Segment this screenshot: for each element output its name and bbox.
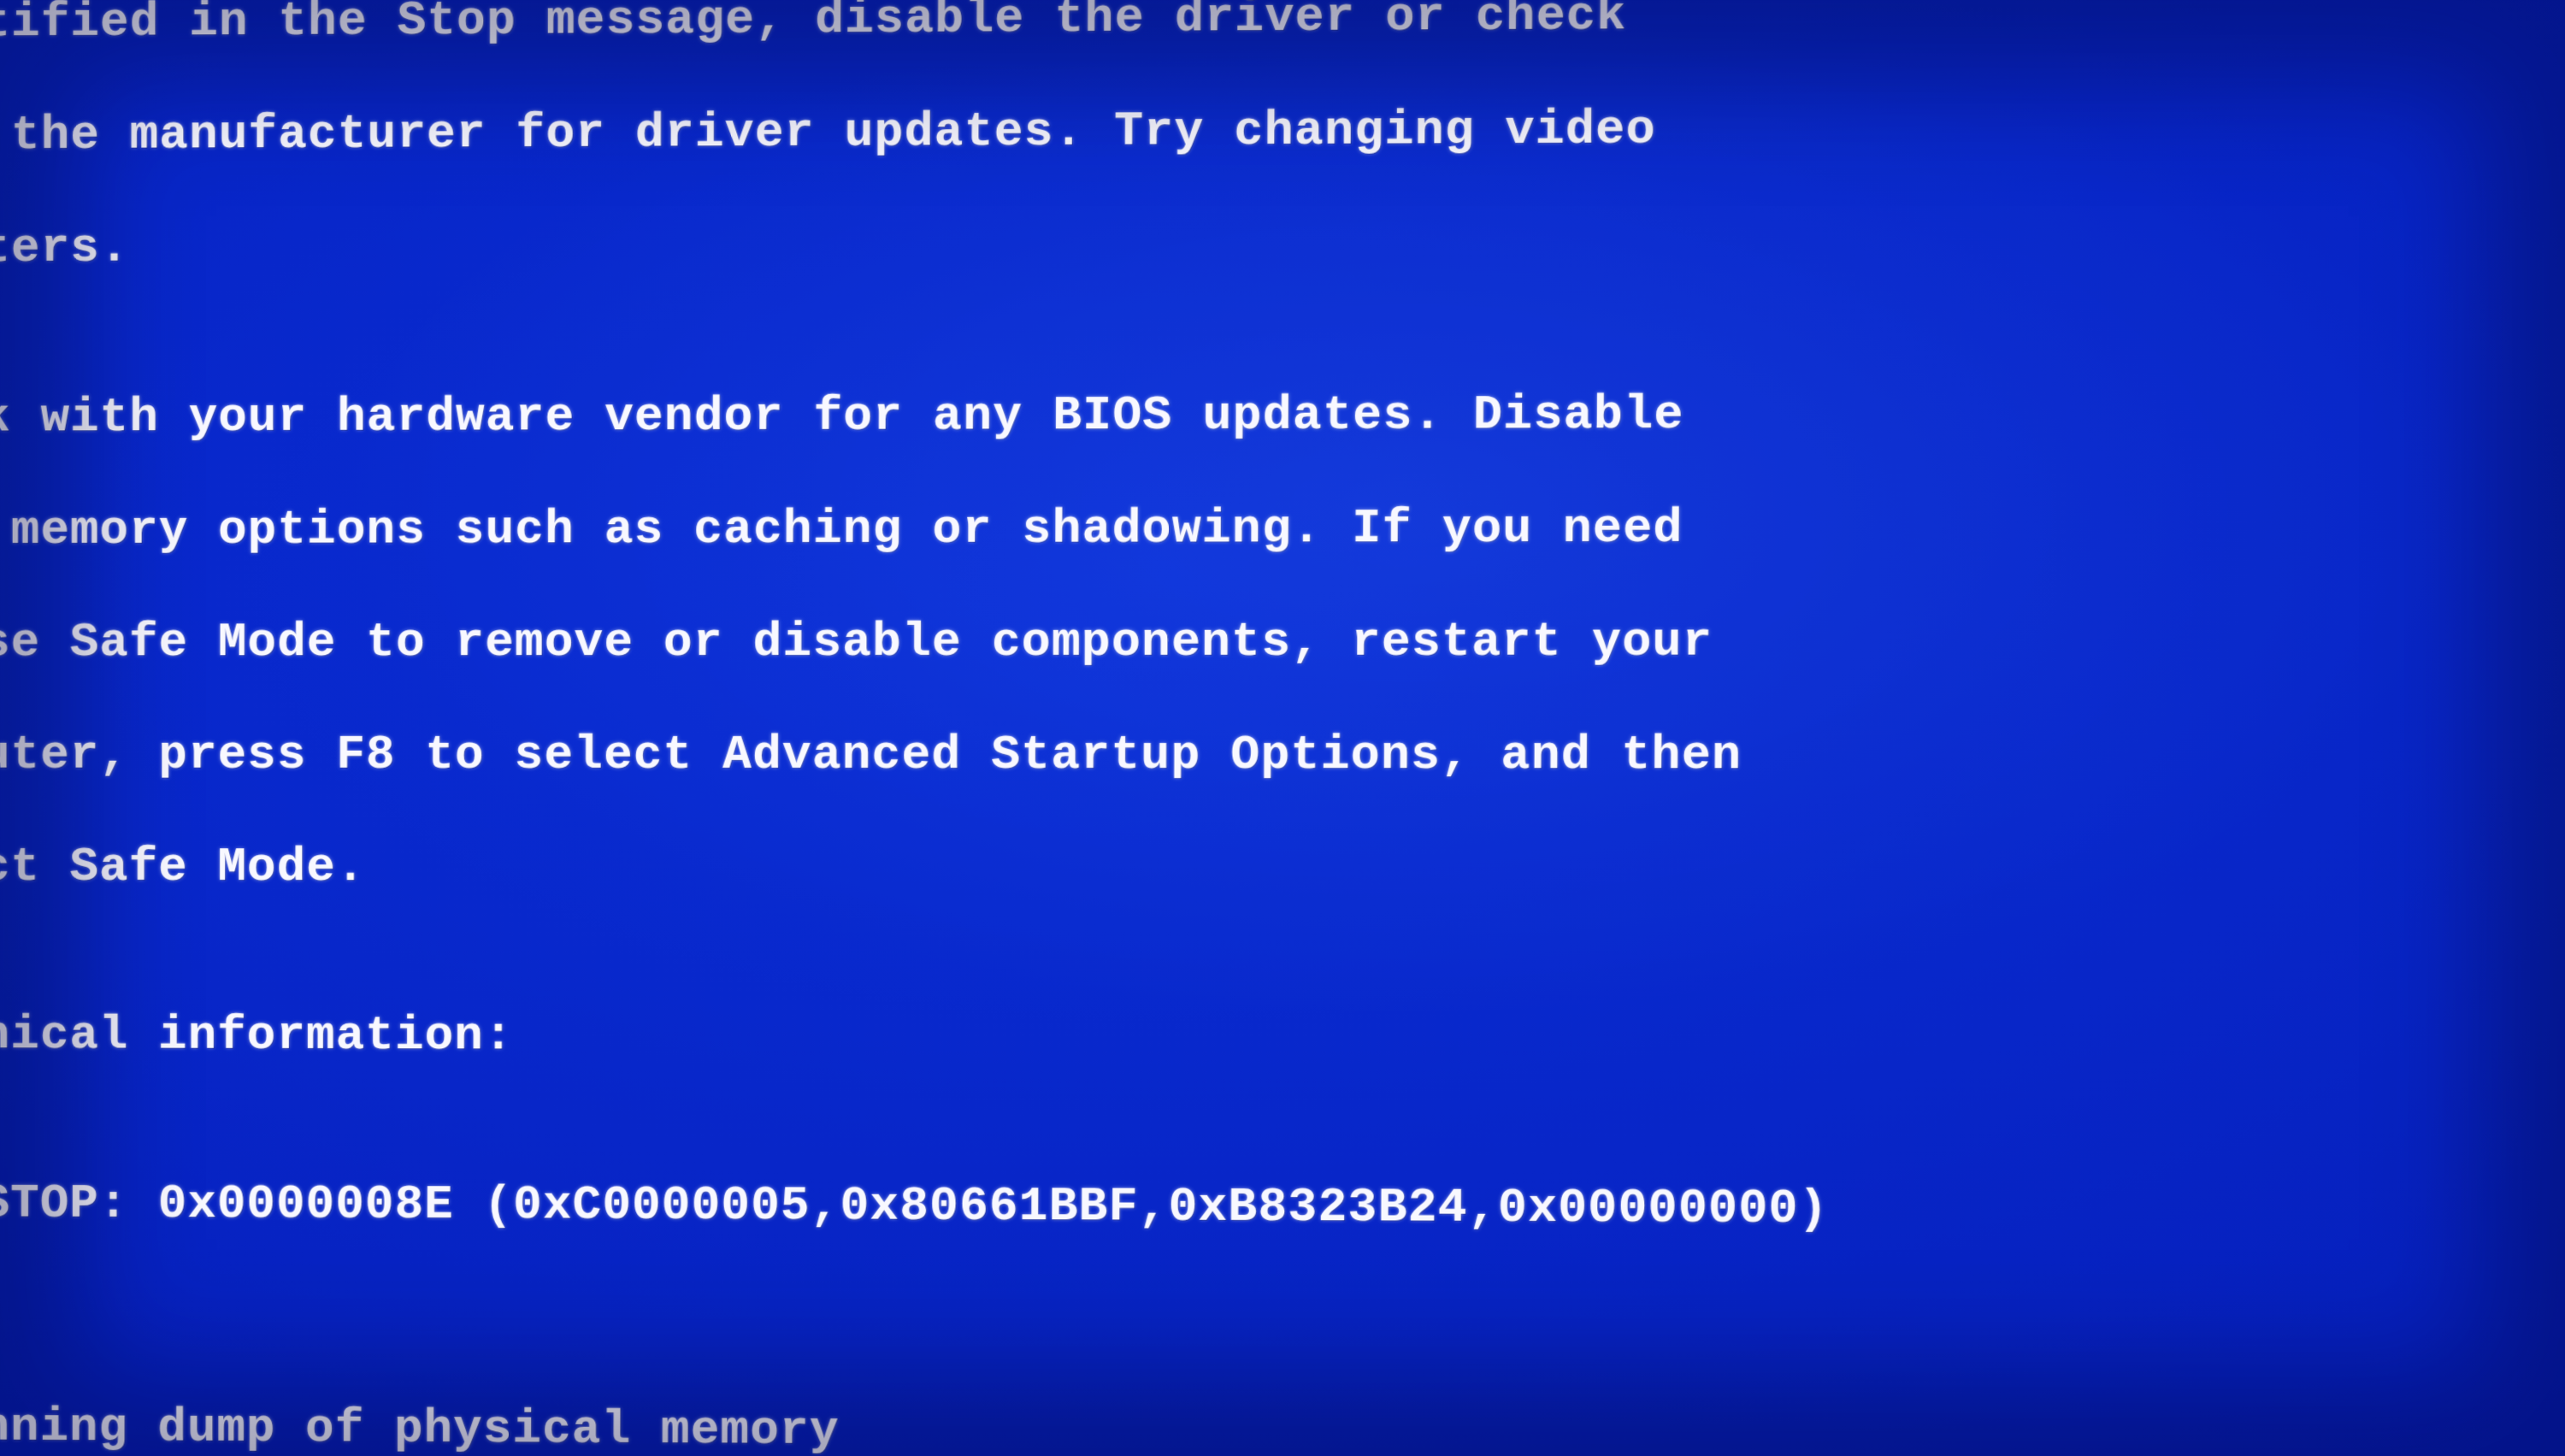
technical-info-heading: Technical information: [0, 1007, 2565, 1070]
bsod-line [0, 1119, 2565, 1127]
bsod-line [0, 1342, 2565, 1353]
bsod-line: to use Safe Mode to remove or disable co… [0, 612, 2565, 670]
bsod-screen: identified in the Stop message, disable … [0, 0, 2565, 1456]
bsod-line: computer, press F8 to select Advanced St… [0, 727, 2565, 784]
bsod-line: select Safe Mode. [0, 839, 2565, 898]
bsod-line: BIOS memory options such as caching or s… [0, 498, 2565, 558]
bsod-line: with the manufacturer for driver updates… [0, 97, 2565, 164]
bsod-line: adapters. [0, 211, 2565, 276]
bsod-line [0, 951, 2565, 955]
dump-begin-line: Beginning dump of physical memory [0, 1399, 2565, 1456]
bsod-line [0, 1287, 2565, 1297]
bsod-line [0, 327, 2565, 333]
bsod-line: Check with your hardware vendor for any … [0, 384, 2565, 446]
stop-code-line: *** STOP: 0x0000008E (0xC0000005,0x80661… [0, 1175, 2565, 1240]
bsod-line: identified in the Stop message, disable … [0, 0, 2565, 51]
